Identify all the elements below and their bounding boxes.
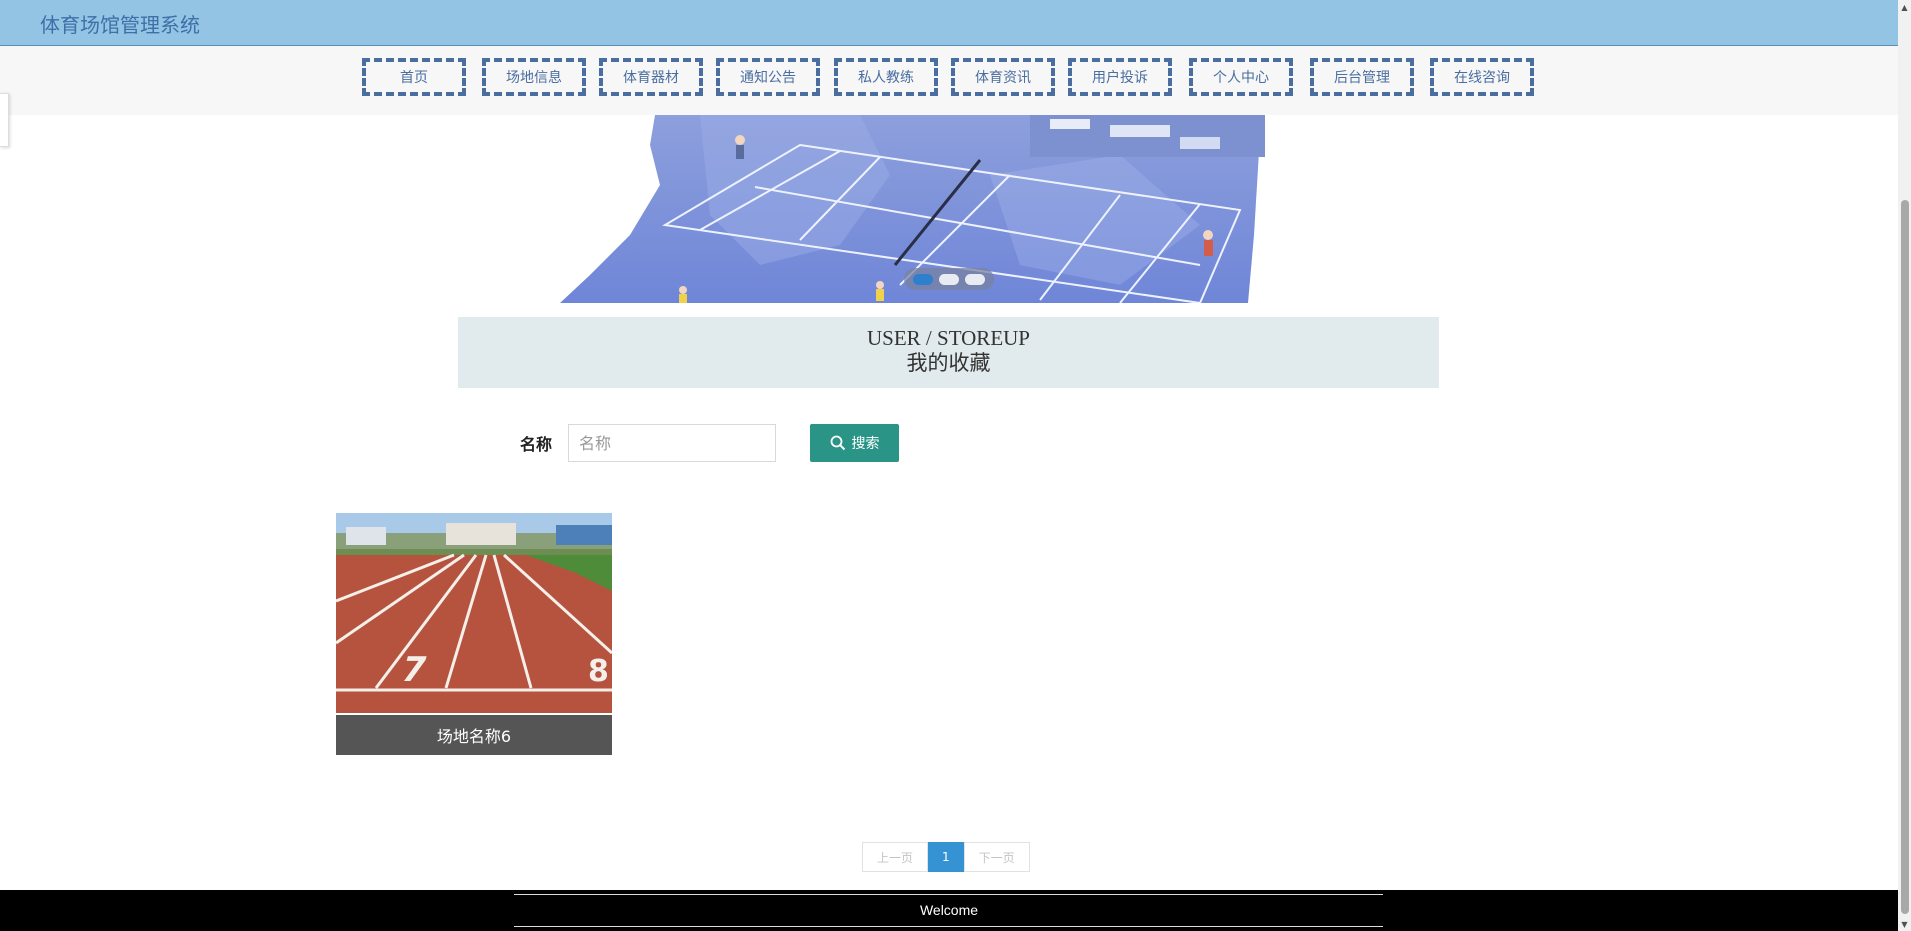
footer-text: Welcome — [919, 902, 979, 918]
section-title-en: USER / STOREUP — [867, 326, 1030, 350]
carousel-dot-2[interactable] — [939, 273, 959, 285]
next-page-button[interactable]: 下一页 — [963, 842, 1030, 872]
svg-text:8: 8 — [588, 654, 609, 689]
site-brand[interactable]: 体育场馆管理系统 — [40, 9, 200, 38]
nav-item-equipment[interactable]: 体育器材 — [599, 58, 703, 96]
search-button[interactable]: 搜索 — [810, 424, 899, 462]
nav-item-venues[interactable]: 场地信息 — [482, 58, 586, 96]
prev-page-button[interactable]: 上一页 — [862, 842, 929, 872]
pagination: 上一页 1 下一页 — [862, 842, 1030, 872]
nav-item-admin[interactable]: 后台管理 — [1310, 58, 1414, 96]
carousel-indicators — [904, 268, 994, 290]
section-title: USER / STOREUP 我的收藏 — [458, 317, 1439, 388]
nav-item-complaints[interactable]: 用户投诉 — [1068, 58, 1172, 96]
card-caption[interactable]: 场地名称6 — [336, 715, 612, 755]
scroll-down-arrow-icon[interactable]: ▼ — [1898, 917, 1911, 931]
favorite-card[interactable]: 7 8 场地名称6 — [336, 513, 612, 755]
page-1-button[interactable]: 1 — [928, 842, 964, 872]
search-icon — [830, 435, 845, 451]
nav-item-consult[interactable]: 在线咨询 — [1430, 58, 1534, 96]
carousel-dot-3[interactable] — [965, 273, 985, 285]
footer-divider-top — [514, 894, 1383, 895]
scrollbar-thumb[interactable] — [1901, 200, 1909, 914]
side-drawer-tab[interactable] — [0, 93, 9, 147]
section-title-cn: 我的收藏 — [906, 351, 991, 375]
nav-item-home[interactable]: 首页 — [362, 58, 466, 96]
main-nav: 首页 场地信息 体育器材 通知公告 私人教练 体育资讯 用户投诉 个人中心 后台… — [0, 46, 1898, 115]
search-label: 名称 — [520, 435, 553, 454]
nav-item-profile[interactable]: 个人中心 — [1189, 58, 1293, 96]
footer: Welcome — [0, 890, 1898, 931]
nav-item-notices[interactable]: 通知公告 — [716, 58, 820, 96]
nav-item-trainers[interactable]: 私人教练 — [834, 58, 938, 96]
nav-item-news[interactable]: 体育资讯 — [951, 58, 1055, 96]
scroll-up-arrow-icon[interactable]: ▲ — [1898, 0, 1911, 14]
footer-divider-bottom — [514, 926, 1383, 927]
carousel-dot-1[interactable] — [913, 273, 933, 285]
top-header: 体育场馆管理系统 — [0, 0, 1898, 46]
running-track-image: 7 8 — [336, 513, 612, 713]
search-button-label: 搜索 — [851, 435, 880, 451]
page-scrollbar[interactable]: ▲ ▼ — [1898, 0, 1911, 931]
search-input[interactable] — [568, 424, 776, 462]
